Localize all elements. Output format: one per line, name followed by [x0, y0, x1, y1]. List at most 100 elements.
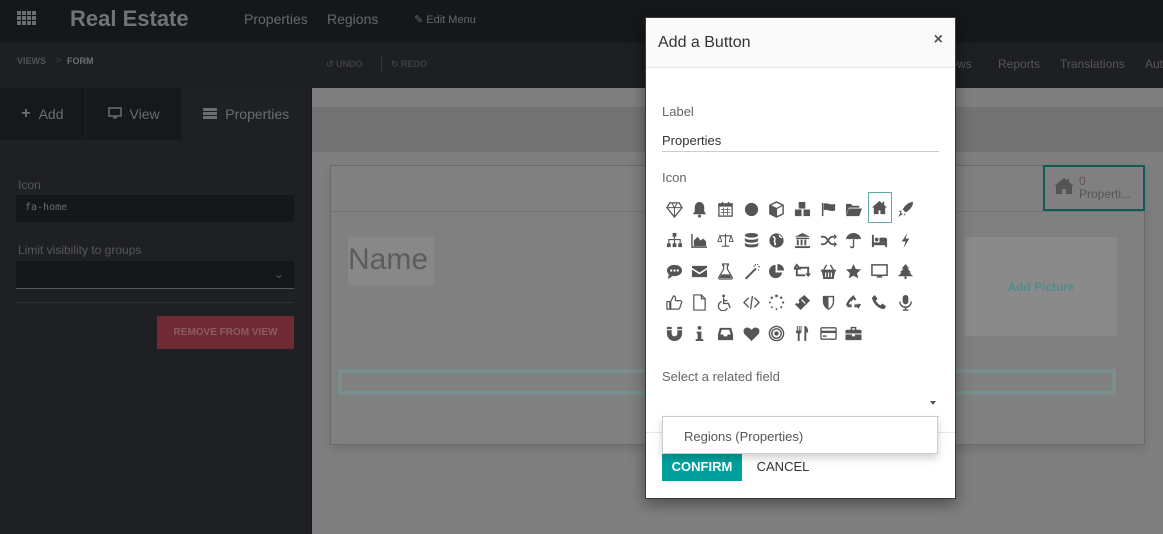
recycle-icon[interactable]	[842, 287, 866, 318]
confirm-button[interactable]: CONFIRM	[662, 451, 742, 481]
cutlery-icon[interactable]	[790, 318, 814, 349]
star-icon[interactable]	[842, 256, 866, 287]
tab-properties-label: Properties	[225, 106, 290, 122]
studio-toolbar	[0, 43, 1163, 88]
icon-picker	[662, 192, 932, 349]
tree-icon[interactable]	[893, 256, 917, 287]
name-field[interactable]: Name	[348, 237, 434, 285]
sidebar-tabs: + Add View Properties	[0, 88, 311, 140]
icon-field-label: Icon	[662, 170, 687, 185]
app-brand[interactable]: Real Estate	[70, 6, 189, 32]
breadcrumb-form: FORM	[67, 56, 94, 66]
credit-card-icon[interactable]	[816, 318, 840, 349]
inbox-icon[interactable]	[713, 318, 737, 349]
tab-add[interactable]: + Add	[0, 88, 86, 140]
close-icon[interactable]: ×	[934, 31, 943, 49]
edit-menu-label: Edit Menu	[426, 14, 476, 26]
briefcase-icon[interactable]	[842, 318, 866, 349]
pencil-icon: ✎	[414, 14, 424, 26]
edit-menu-link[interactable]: ✎ Edit Menu	[414, 13, 476, 26]
cube-icon[interactable]	[765, 194, 789, 225]
desktop-icon[interactable]	[868, 256, 892, 287]
commenting-icon[interactable]	[662, 256, 686, 287]
chevron-down-icon: ⌄	[273, 267, 284, 281]
home-icon[interactable]	[867, 192, 892, 223]
thumbs-up-icon[interactable]	[662, 287, 686, 318]
globe-icon[interactable]	[765, 225, 789, 256]
sitemap-icon[interactable]	[662, 225, 686, 256]
top-navbar: Real Estate Properties Regions ✎ Edit Me…	[0, 0, 1163, 43]
circle-icon[interactable]	[739, 194, 763, 225]
spinner-icon[interactable]	[765, 287, 789, 318]
tab-view[interactable]: View	[85, 88, 182, 140]
related-field-dropdown: Regions (Properties)	[662, 416, 938, 454]
retweet-icon[interactable]	[790, 256, 814, 287]
calendar-icon[interactable]	[713, 194, 737, 225]
server-icon	[203, 106, 218, 122]
undo-icon: ↺	[326, 59, 334, 69]
diamond-icon[interactable]	[662, 194, 686, 225]
balance-scale-icon[interactable]	[713, 225, 737, 256]
folder-open-icon[interactable]	[842, 194, 866, 225]
flag-icon[interactable]	[816, 194, 840, 225]
remove-from-view-button[interactable]: REMOVE FROM VIEW	[157, 316, 294, 349]
rocket-icon[interactable]	[893, 194, 917, 225]
breadcrumb-separator: >	[56, 55, 62, 65]
label-input[interactable]	[662, 130, 939, 152]
redo-label: REDO	[401, 59, 428, 69]
related-field-label: Select a related field	[662, 369, 780, 384]
redo-button[interactable]: ↻ REDO	[391, 59, 427, 70]
plus-icon: +	[21, 105, 31, 122]
magnet-icon[interactable]	[662, 318, 686, 349]
groups-field-label: Limit visibility to groups	[18, 243, 142, 257]
subnav-automations[interactable]: Aut	[1145, 57, 1163, 71]
home-icon	[1053, 177, 1075, 200]
pie-chart-icon[interactable]	[765, 256, 789, 287]
file-icon[interactable]	[688, 287, 712, 318]
info-icon[interactable]	[688, 318, 712, 349]
area-chart-icon[interactable]	[688, 225, 712, 256]
database-icon[interactable]	[739, 225, 763, 256]
shopping-basket-icon[interactable]	[816, 256, 840, 287]
bolt-icon[interactable]	[893, 225, 917, 256]
magic-icon[interactable]	[739, 256, 763, 287]
breadcrumb-views[interactable]: VIEWS	[17, 56, 46, 66]
icon-field-label: Icon	[18, 178, 41, 192]
apps-grid-icon[interactable]	[17, 11, 37, 27]
subnav-translations[interactable]: Translations	[1060, 57, 1125, 71]
bed-icon[interactable]	[868, 225, 892, 256]
related-field-select[interactable]	[662, 393, 939, 417]
ticket-icon[interactable]	[790, 287, 814, 318]
bell-icon[interactable]	[688, 194, 712, 225]
stat-label: Properti...	[1079, 187, 1132, 201]
studio-sidebar: + Add View Properties Icon fa-home Limit…	[0, 88, 312, 534]
flask-icon[interactable]	[713, 256, 737, 287]
undo-button[interactable]: ↺ UNDO	[326, 59, 363, 70]
nav-item-properties[interactable]: Properties	[244, 11, 308, 27]
cubes-icon[interactable]	[790, 194, 814, 225]
random-icon[interactable]	[816, 225, 840, 256]
code-icon[interactable]	[739, 287, 763, 318]
university-icon[interactable]	[790, 225, 814, 256]
dialog-header: Add a Button ×	[646, 18, 955, 68]
bullseye-icon[interactable]	[765, 318, 789, 349]
wheelchair-icon[interactable]	[713, 287, 737, 318]
cancel-button[interactable]: CANCEL	[746, 451, 820, 481]
redo-icon: ↻	[391, 59, 399, 69]
icon-input[interactable]: fa-home	[16, 195, 294, 222]
subnav-reports[interactable]: Reports	[998, 57, 1040, 71]
properties-stat-button[interactable]: 0 Properti...	[1043, 165, 1145, 211]
add-picture-placeholder[interactable]: Add Picture	[965, 237, 1117, 336]
dropdown-option[interactable]: Regions (Properties)	[684, 429, 937, 444]
umbrella-icon[interactable]	[842, 225, 866, 256]
desktop-icon	[107, 106, 122, 122]
envelope-icon[interactable]	[688, 256, 712, 287]
tab-properties[interactable]: Properties	[181, 88, 311, 140]
label-field-label: Label	[662, 104, 694, 119]
phone-icon[interactable]	[868, 287, 892, 318]
nav-item-regions[interactable]: Regions	[327, 11, 378, 27]
heart-icon[interactable]	[739, 318, 763, 349]
groups-select[interactable]: ⌄	[16, 261, 294, 289]
microphone-icon[interactable]	[893, 287, 917, 318]
shield-icon[interactable]	[816, 287, 840, 318]
